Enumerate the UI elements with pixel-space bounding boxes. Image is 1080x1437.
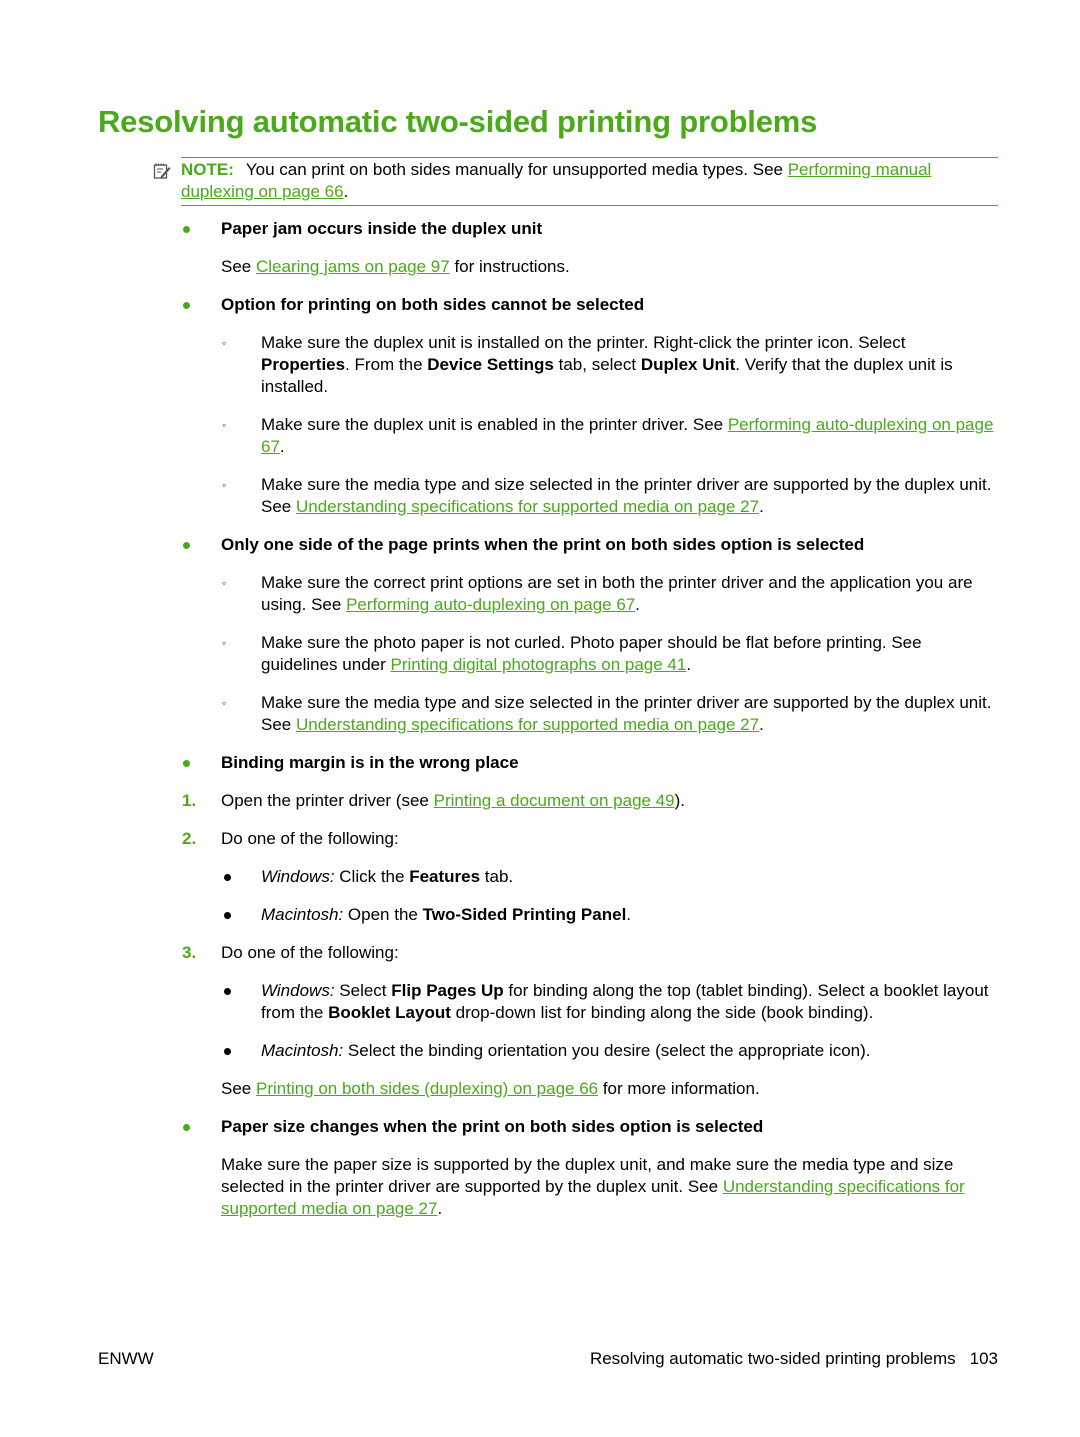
footer-title: Resolving automatic two-sided printing p…: [589, 1349, 956, 1368]
circle-bullet-icon: ◦: [222, 636, 227, 650]
step-number: 2.: [182, 829, 197, 848]
text: for instructions.: [449, 257, 570, 276]
section-heading-only-one-side: Only one side of the page prints when th…: [221, 535, 865, 554]
platform-label: Macintosh:: [261, 905, 344, 924]
bullet-icon: [183, 302, 190, 309]
note-label: NOTE:: [181, 160, 234, 179]
text: for more information.: [598, 1079, 760, 1098]
note-pad-icon: [153, 163, 171, 179]
text: Select: [334, 981, 392, 1000]
text: drop-down list for binding along the sid…: [450, 1003, 874, 1022]
list-item: Make sure the correct print options are …: [261, 572, 996, 616]
note-end: .: [343, 182, 349, 201]
step-item: Do one of the following:: [221, 943, 399, 962]
section-body: See Clearing jams on page 97 for instruc…: [221, 256, 570, 278]
list-item: Make sure the media type and size select…: [261, 474, 996, 518]
more-info: See Printing on both sides (duplexing) o…: [221, 1078, 760, 1100]
bullet-icon: [224, 874, 231, 881]
text: Make sure the duplex unit is enabled in …: [261, 415, 728, 434]
section-heading-paper-jam: Paper jam occurs inside the duplex unit: [221, 219, 543, 238]
ui-term-device-settings: Device Settings: [427, 355, 554, 374]
link-printing-on-both-sides[interactable]: Printing on both sides (duplexing) on pa…: [256, 1079, 598, 1098]
text: .: [686, 655, 692, 674]
ui-term-duplex-unit: Duplex Unit: [640, 355, 736, 374]
text: ).: [674, 791, 686, 810]
circle-bullet-icon: ◦: [222, 418, 227, 432]
text: See: [221, 1079, 256, 1098]
link-understanding-specifications[interactable]: Understanding specifications for support…: [296, 715, 759, 734]
sub-item: Windows: Click the Features tab.: [261, 866, 513, 888]
bullet-icon: [183, 760, 190, 767]
link-understanding-specifications[interactable]: Understanding specifications for support…: [296, 497, 759, 516]
ui-term-two-sided-printing-panel: Two-Sided Printing Panel: [422, 905, 627, 924]
text: Open the printer driver (see: [221, 791, 434, 810]
sub-item: Macintosh: Open the Two-Sided Printing P…: [261, 904, 631, 926]
bullet-icon: [224, 988, 231, 995]
platform-label: Windows:: [261, 867, 335, 886]
text: See: [221, 257, 256, 276]
sub-item: Windows: Select Flip Pages Up for bindin…: [261, 980, 996, 1024]
list-item: Make sure the media type and size select…: [261, 692, 996, 736]
footer-right: Resolving automatic two-sided printing p…: [590, 1349, 998, 1369]
note-text: You can print on both sides manually for…: [245, 160, 788, 179]
link-clearing-jams[interactable]: Clearing jams on page 97: [256, 257, 450, 276]
step-number: 1.: [182, 791, 197, 810]
bullet-icon: [183, 226, 190, 233]
section-heading-binding-margin: Binding margin is in the wrong place: [221, 753, 519, 772]
note-box: NOTE: You can print on both sides manuall…: [153, 157, 998, 206]
section-heading-paper-size-changes: Paper size changes when the print on bot…: [221, 1117, 764, 1136]
circle-bullet-icon: ◦: [222, 478, 227, 492]
text: Select the binding orientation you desir…: [343, 1041, 871, 1060]
text: .: [759, 715, 764, 734]
step-item: Open the printer driver (see Printing a …: [221, 790, 685, 812]
step-number: 3.: [182, 943, 197, 962]
text: .: [626, 905, 632, 924]
platform-label: Macintosh:: [261, 1041, 344, 1060]
footer-left: ENWW: [98, 1349, 154, 1368]
ui-term-properties: Properties: [261, 355, 346, 374]
list-item: Make sure the duplex unit is enabled in …: [261, 414, 996, 458]
text: .: [759, 497, 764, 516]
text: Make sure the duplex unit is installed o…: [261, 333, 906, 352]
step-item: Do one of the following:: [221, 829, 399, 848]
text: .: [635, 595, 640, 614]
text: Click the: [334, 867, 410, 886]
bullet-icon: [224, 912, 231, 919]
text: . From the: [345, 355, 428, 374]
page-number: 103: [969, 1349, 998, 1368]
list-item: Make sure the photo paper is not curled.…: [261, 632, 996, 676]
ui-term-booklet-layout: Booklet Layout: [328, 1003, 451, 1022]
text: tab.: [480, 867, 514, 886]
text: tab, select: [553, 355, 641, 374]
ui-term-features: Features: [409, 867, 481, 886]
circle-bullet-icon: ◦: [222, 576, 227, 590]
text: Open the: [343, 905, 423, 924]
text: .: [437, 1199, 443, 1218]
platform-label: Windows:: [261, 981, 335, 1000]
section-body: Make sure the paper size is supported by…: [221, 1154, 981, 1220]
link-printing-a-document[interactable]: Printing a document on page 49: [434, 791, 675, 810]
list-item: Make sure the duplex unit is installed o…: [261, 332, 996, 398]
bullet-icon: [224, 1048, 231, 1055]
text: .: [279, 437, 285, 456]
ui-term-flip-pages-up: Flip Pages Up: [391, 981, 504, 1000]
page-title: Resolving automatic two-sided printing p…: [98, 104, 818, 139]
sub-item: Macintosh: Select the binding orientatio…: [261, 1040, 871, 1062]
circle-bullet-icon: ◦: [222, 696, 227, 710]
bullet-icon: [183, 542, 190, 549]
link-printing-digital-photographs[interactable]: Printing digital photographs on page 41: [390, 655, 686, 674]
section-heading-option-cannot-be-selected: Option for printing on both sides cannot…: [221, 295, 645, 314]
circle-bullet-icon: ◦: [222, 336, 227, 350]
bullet-icon: [183, 1124, 190, 1131]
link-performing-auto-duplexing[interactable]: Performing auto-duplexing on page 67: [346, 595, 635, 614]
